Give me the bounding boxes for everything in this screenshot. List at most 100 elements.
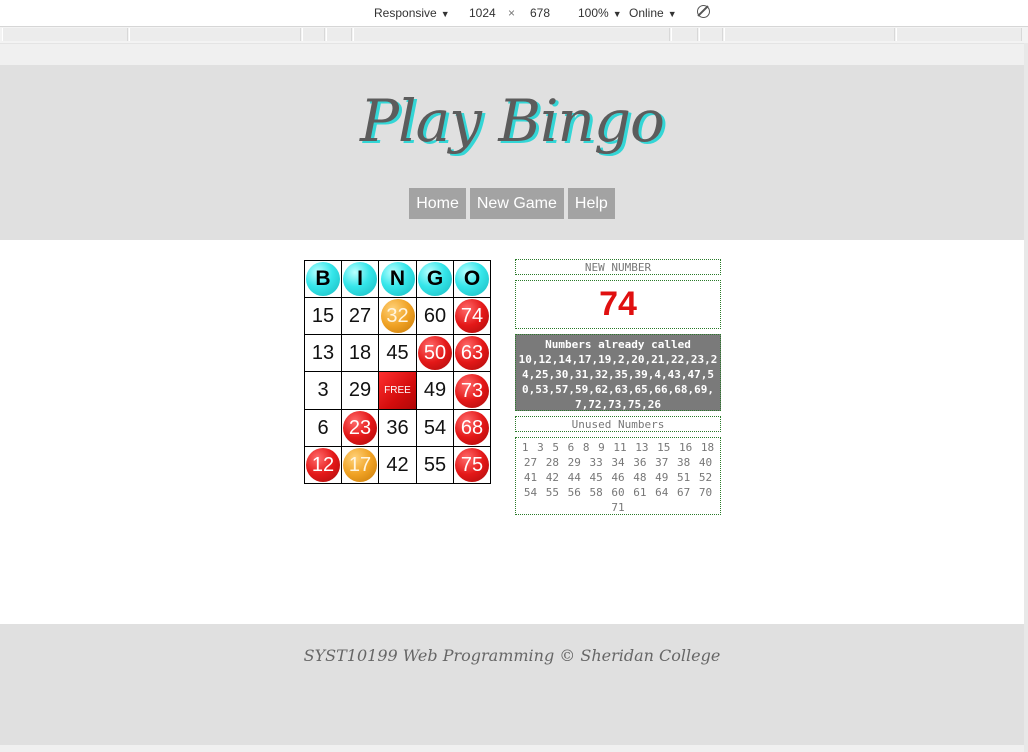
bingo-cell[interactable]: 60 (416, 297, 454, 335)
bingo-cell[interactable]: 3 (304, 371, 342, 410)
called-number-ball: 63 (455, 336, 489, 370)
bingo-cell[interactable]: 36 (378, 409, 417, 447)
bingo-row: 3 29 FREE 49 73 (304, 371, 491, 410)
unused-numbers-box: 1 3 5 6 8 9 11 13 15 16 18 27 28 29 33 3… (515, 437, 721, 515)
called-numbers-list: 10,12,14,17,19,2,20,21,22,23,24,25,30,31… (518, 353, 718, 411)
bingo-cell[interactable]: 54 (416, 409, 454, 447)
media-query-segment[interactable] (699, 28, 723, 41)
bingo-cell[interactable]: FREE (378, 371, 417, 410)
bingo-header-cell: N (378, 260, 417, 298)
cell-number: 54 (423, 416, 447, 439)
new-number-display: 74 (515, 280, 721, 329)
bingo-cell[interactable]: 73 (453, 371, 491, 410)
bingo-letter-ball: G (418, 262, 452, 296)
cell-number: 55 (423, 453, 447, 476)
bingo-cell[interactable]: 63 (453, 334, 491, 372)
bingo-cell[interactable]: 29 (341, 371, 379, 410)
free-space: FREE (379, 372, 416, 409)
called-number-ball: 75 (455, 448, 489, 482)
bingo-header-row: BINGO (304, 260, 491, 298)
bingo-cell[interactable]: 49 (416, 371, 454, 410)
bingo-cell[interactable]: 45 (378, 334, 417, 372)
unused-numbers-label: Unused Numbers (515, 416, 721, 432)
bingo-cell[interactable]: 15 (304, 297, 342, 335)
unused-numbers-label-text: Unused Numbers (515, 416, 721, 432)
bingo-letter-ball: I (343, 262, 377, 296)
footer-text: SYST10199 Web Programming © Sheridan Col… (303, 646, 721, 665)
zoom-select-label: 100% (578, 6, 609, 20)
device-select[interactable]: Responsive ▼ (374, 6, 450, 20)
bingo-cell[interactable]: 68 (453, 409, 491, 447)
bingo-cell[interactable]: 55 (416, 446, 454, 484)
cell-number: 60 (423, 304, 447, 327)
bingo-row: 15 27 32 60 74 (304, 297, 491, 335)
called-number-ball: 50 (418, 336, 452, 370)
bingo-cell[interactable]: 17 (341, 446, 379, 484)
media-query-segment[interactable] (326, 28, 352, 41)
new-number-label: NEW NUMBER (515, 259, 721, 275)
viewport-resize-handle[interactable] (1024, 43, 1028, 752)
cell-number: 6 (317, 416, 329, 439)
bingo-letter-ball: O (455, 262, 489, 296)
bingo-cell[interactable]: 42 (378, 446, 417, 484)
site-header: Play Bingo Home New Game Help (0, 65, 1024, 240)
bingo-cell[interactable]: 50 (416, 334, 454, 372)
bingo-cell[interactable]: 13 (304, 334, 342, 372)
called-number-ball: 23 (343, 411, 377, 445)
called-number-ball: 12 (306, 448, 340, 482)
network-select-label: Online (629, 6, 664, 20)
bingo-cell[interactable]: 27 (341, 297, 379, 335)
media-query-segment[interactable] (2, 28, 128, 41)
bingo-header-cell: I (341, 260, 379, 298)
called-number-ball: 68 (455, 411, 489, 445)
bingo-letter-ball: N (380, 262, 415, 296)
cell-number: 15 (311, 304, 335, 327)
chevron-down-icon: ▼ (612, 9, 622, 19)
device-select-label: Responsive (374, 6, 437, 20)
cell-number: 18 (348, 341, 372, 364)
bingo-card: B I N G O 15 27 32 60 74 13 18 45 50 63 3 29 FREE 49 73 6 23 3… (304, 260, 491, 484)
page-title: Play Bingo (360, 87, 665, 155)
bingo-header-cell: O (453, 260, 491, 298)
media-query-segment[interactable] (671, 28, 698, 41)
bingo-cell[interactable]: 6 (304, 409, 342, 447)
marked-number-ball: 17 (343, 448, 377, 482)
width-input[interactable]: 1024 (469, 6, 496, 20)
chevron-down-icon: ▼ (667, 9, 677, 19)
marked-number-ball: 32 (380, 299, 415, 333)
rotate-icon[interactable] (697, 5, 710, 18)
media-query-segment[interactable] (353, 28, 670, 41)
media-query-bar (0, 27, 1028, 44)
cell-number: 42 (386, 453, 409, 476)
media-query-segment[interactable] (302, 28, 325, 41)
nav-new-game-button[interactable]: New Game (469, 188, 564, 219)
zoom-select[interactable]: 100% ▼ (578, 6, 622, 20)
nav-help-button[interactable]: Help (567, 188, 615, 219)
unused-numbers-list: 1 3 5 6 8 9 11 13 15 16 18 27 28 29 33 3… (521, 441, 715, 514)
bingo-header-cell: B (304, 260, 342, 298)
bingo-cell[interactable]: 12 (304, 446, 342, 484)
dimension-separator: × (508, 6, 516, 20)
cell-number: 36 (386, 416, 409, 439)
bingo-cell[interactable]: 74 (453, 297, 491, 335)
bingo-cell[interactable]: 32 (378, 297, 417, 335)
cell-number: 49 (423, 379, 447, 401)
page-viewport: Play Bingo Home New Game Help B I N G O 15 27 3… (0, 65, 1024, 745)
bingo-header-cell: G (416, 260, 454, 298)
cell-number: 45 (386, 341, 409, 364)
height-input[interactable]: 678 (530, 6, 550, 20)
nav-home-button[interactable]: Home (409, 188, 466, 219)
bingo-row: 6 23 36 54 68 (304, 409, 491, 447)
cell-number: 13 (311, 341, 335, 364)
bingo-cell[interactable]: 75 (453, 446, 491, 484)
called-number-ball: 73 (455, 373, 489, 408)
media-query-segment[interactable] (896, 28, 1022, 41)
bingo-cell[interactable]: 18 (341, 334, 379, 372)
media-query-segment[interactable] (129, 28, 301, 41)
cell-number: 3 (317, 379, 329, 401)
media-query-segment[interactable] (724, 28, 895, 41)
network-select[interactable]: Online ▼ (629, 6, 677, 20)
bingo-row: 13 18 45 50 63 (304, 334, 491, 372)
bingo-row: 12 17 42 55 75 (304, 446, 491, 484)
bingo-cell[interactable]: 23 (341, 409, 379, 447)
